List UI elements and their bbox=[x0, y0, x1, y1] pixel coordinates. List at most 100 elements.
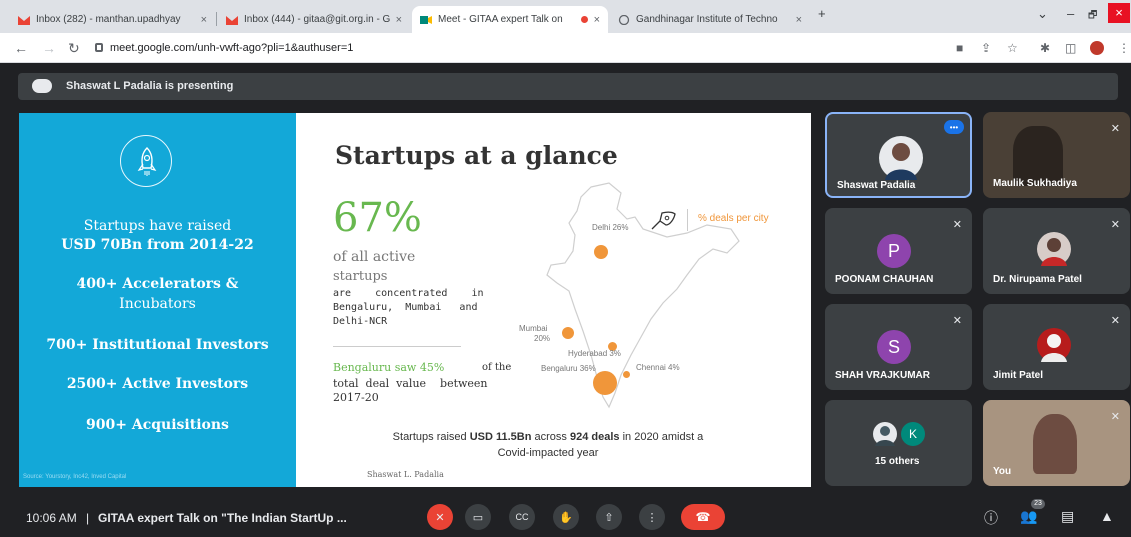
legend-divider bbox=[687, 209, 688, 231]
star-icon[interactable]: ☆ bbox=[1007, 41, 1018, 55]
avatar-initial: P bbox=[877, 234, 911, 268]
mic-off-button[interactable]: ✕ bbox=[427, 504, 453, 530]
tab-title: Inbox (444) - gitaa@git.org.in - G bbox=[244, 14, 390, 25]
participant-tile-nirupama[interactable]: ✕ Dr. Nirupama Patel bbox=[983, 208, 1130, 294]
hyderabad-label: Hyderabad 3% bbox=[568, 349, 621, 358]
big-percent: 67% bbox=[333, 195, 422, 241]
of-the-text: of the bbox=[482, 362, 512, 373]
footer-deals: 924 deals bbox=[569, 431, 620, 443]
people-count-badge: 23 bbox=[1031, 499, 1045, 509]
more-options-button[interactable]: ⋮ bbox=[639, 504, 665, 530]
footer-part-e: in 2020 amidst a bbox=[619, 431, 704, 443]
browser-tab-bar: Inbox (282) - manthan.upadhyay × Inbox (… bbox=[0, 0, 1131, 33]
meet-control-bar: 10:06 AM | GITAA expert Talk on "The Ind… bbox=[0, 495, 1131, 537]
tab-gmail-inbox-1[interactable]: Inbox (282) - manthan.upadhyay × bbox=[10, 6, 215, 33]
avatar bbox=[873, 422, 897, 446]
rocket-icon bbox=[120, 135, 172, 187]
camera-button[interactable]: ▭ bbox=[465, 504, 491, 530]
extensions-icon[interactable]: ✱ bbox=[1040, 41, 1050, 55]
incubators-line: Incubators bbox=[119, 296, 196, 312]
chat-icon[interactable]: ▤ bbox=[1061, 508, 1074, 525]
total-deal-line-1: total deal value between bbox=[333, 377, 488, 390]
startups-text: startups bbox=[333, 269, 388, 284]
footer-part-c: across bbox=[531, 431, 570, 443]
menu-icon[interactable]: ⋮ bbox=[1118, 41, 1130, 55]
maximize-button[interactable]: 🗗 bbox=[1088, 8, 1097, 25]
chennai-label: Chennai 4% bbox=[636, 363, 680, 372]
concentrated-line-2: Bengaluru, Mumbai and bbox=[333, 302, 478, 313]
sidepanel-icon[interactable]: ◫ bbox=[1065, 41, 1076, 55]
meeting-time: 10:06 AM bbox=[26, 511, 77, 525]
present-button[interactable]: ⇧ bbox=[596, 504, 622, 530]
new-tab-button[interactable]: + bbox=[818, 6, 826, 21]
share-icon[interactable]: ⇪ bbox=[981, 41, 991, 55]
tab-title: Inbox (282) - manthan.upadhyay bbox=[36, 14, 181, 25]
mic-off-icon: ✕ bbox=[952, 219, 962, 231]
end-call-button[interactable]: ☎ bbox=[681, 504, 725, 530]
activities-icon[interactable]: ▲ bbox=[1100, 508, 1114, 524]
url-field[interactable]: meet.google.com/unh-vwft-ago?pli=1&authu… bbox=[110, 42, 353, 54]
minimize-button[interactable]: – bbox=[1067, 6, 1074, 21]
slide-title: Startups at a glance bbox=[335, 141, 618, 170]
participant-name: Maulik Sukhadiya bbox=[993, 178, 1077, 189]
participant-tile-jimit[interactable]: ✕ Jimit Patel bbox=[983, 304, 1130, 390]
mumbai-pct-label: 20% bbox=[534, 334, 551, 343]
participant-tile-maulik[interactable]: ✕ Maulik Sukhadiya bbox=[983, 112, 1130, 198]
slide-signature: Shaswat L. Padalia bbox=[367, 470, 444, 479]
profile-avatar[interactable] bbox=[1090, 41, 1104, 55]
participant-name: Shaswat Padalia bbox=[837, 180, 916, 191]
presenting-banner: Shaswat L Padalia is presenting bbox=[18, 73, 1118, 100]
tab-meet[interactable]: Meet - GITAA expert Talk on × bbox=[412, 6, 608, 33]
mic-off-icon: ✕ bbox=[1110, 411, 1120, 423]
tab-search-button[interactable]: ⌄ bbox=[1037, 6, 1048, 22]
people-icon[interactable]: 👥 bbox=[1020, 508, 1037, 525]
participant-name: You bbox=[993, 466, 1012, 477]
tab-gandhinagar[interactable]: Gandhinagar Institute of Techno × bbox=[610, 6, 810, 33]
mic-off-icon: ✕ bbox=[1110, 315, 1120, 327]
participant-tile-you[interactable]: ✕ You bbox=[983, 400, 1130, 486]
close-icon[interactable]: × bbox=[396, 14, 402, 26]
raised-amount: USD 70Bn from 2014-22 bbox=[61, 237, 254, 253]
close-icon[interactable]: × bbox=[201, 14, 207, 26]
close-icon[interactable]: × bbox=[594, 14, 600, 26]
gmail-icon bbox=[226, 15, 238, 25]
participant-name: Dr. Nirupama Patel bbox=[993, 274, 1082, 285]
forward-arrow-icon[interactable]: → bbox=[42, 40, 56, 56]
close-icon[interactable]: × bbox=[796, 14, 802, 26]
tab-title: Meet - GITAA expert Talk on bbox=[438, 14, 563, 25]
gmail-icon bbox=[18, 15, 30, 25]
acquisitions-line: 900+ Acquisitions bbox=[86, 417, 229, 433]
close-window-button[interactable]: × bbox=[1108, 3, 1130, 23]
avatar-initial: S bbox=[877, 330, 911, 364]
camera-permission-icon[interactable]: ■ bbox=[956, 41, 963, 55]
bengaluru-bubble bbox=[593, 371, 617, 395]
raise-hand-button[interactable]: ✋ bbox=[553, 504, 579, 530]
institutional-investors-line: 700+ Institutional Investors bbox=[46, 337, 269, 353]
slide-left-panel: Startups have raised USD 70Bn from 2014-… bbox=[19, 113, 296, 487]
participant-tile-poonam[interactable]: ✕ P POONAM CHAUHAN bbox=[825, 208, 972, 294]
delhi-bubble bbox=[594, 245, 608, 259]
participant-name: Jimit Patel bbox=[993, 370, 1044, 381]
divider: | bbox=[86, 511, 90, 525]
avatar bbox=[1037, 328, 1071, 362]
participant-tile-shah[interactable]: ✕ S SHAH VRAJKUMAR bbox=[825, 304, 972, 390]
active-investors-line: 2500+ Active Investors bbox=[66, 376, 249, 392]
participant-tile-others[interactable]: K 15 others bbox=[825, 400, 972, 486]
tab-gmail-inbox-2[interactable]: Inbox (444) - gitaa@git.org.in - G × bbox=[218, 6, 410, 33]
presentation-toggle-icon[interactable] bbox=[32, 79, 52, 93]
concentrated-line-3: Delhi-NCR bbox=[333, 316, 388, 327]
reload-icon[interactable]: ↻ bbox=[68, 40, 80, 57]
info-icon[interactable]: ⓘ bbox=[984, 508, 998, 528]
participant-tile-shaswat[interactable]: ••• Shaswat Padalia bbox=[825, 112, 972, 198]
footer-amount: USD 11.5Bn bbox=[469, 431, 532, 443]
video-feed bbox=[1013, 126, 1063, 186]
mumbai-label: Mumbai bbox=[519, 324, 548, 333]
avatar bbox=[879, 136, 923, 180]
lock-icon[interactable] bbox=[95, 43, 103, 52]
avatar-initial: K bbox=[901, 422, 925, 446]
tab-title: Gandhinagar Institute of Techno bbox=[636, 14, 778, 25]
captions-button[interactable]: CC bbox=[509, 504, 535, 530]
more-options-icon[interactable]: ••• bbox=[944, 120, 964, 134]
rocket-launch-icon bbox=[648, 209, 678, 238]
back-arrow-icon[interactable]: ← bbox=[14, 40, 28, 56]
